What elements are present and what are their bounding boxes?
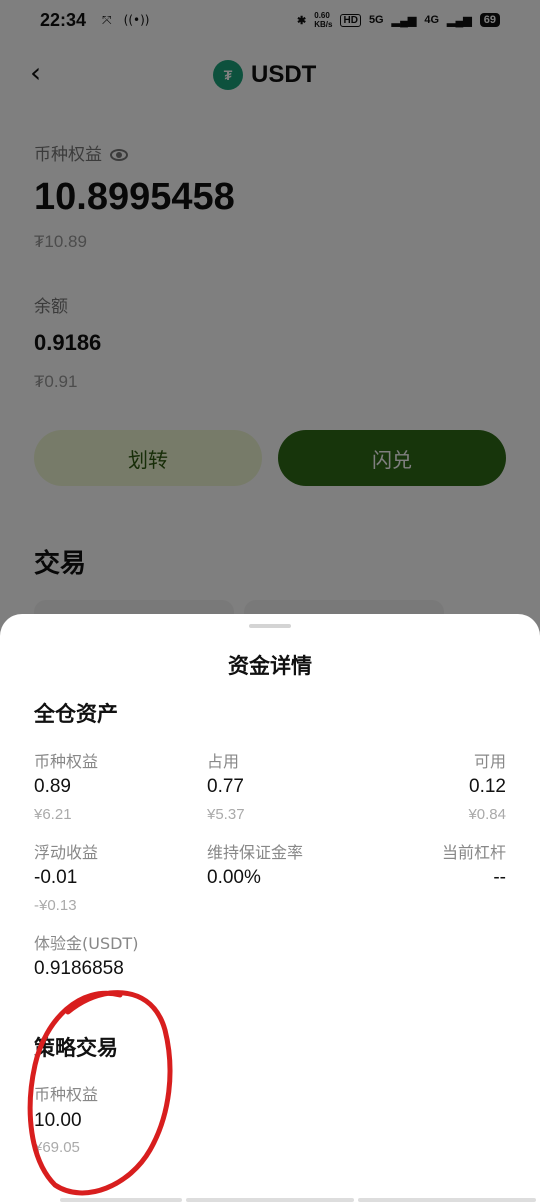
used-fiat: ¥5.37	[207, 806, 245, 823]
available-value: 0.12	[469, 776, 506, 797]
used-value: 0.77	[207, 776, 244, 797]
margin-rate-label: 维持保证金率	[207, 843, 304, 862]
trial-fund-value: 0.9186858	[34, 958, 124, 979]
cross-equity-fiat: ¥6.21	[34, 806, 72, 823]
strategy-equity-value: 10.00	[34, 1110, 82, 1131]
cross-assets-heading: 全仓资产	[34, 702, 118, 726]
used-label: 占用	[207, 752, 240, 771]
fund-details-sheet: 资金详情 全仓资产 币种权益 0.89 ¥6.21 占用 0.77 ¥5.37 …	[0, 614, 540, 1204]
cross-equity-label: 币种权益	[34, 752, 99, 771]
leverage-label: 当前杠杆	[441, 843, 506, 862]
margin-rate-value: 0.00%	[207, 867, 261, 888]
available-label: 可用	[473, 752, 506, 771]
cross-equity-value: 0.89	[34, 776, 71, 797]
floating-pnl-label: 浮动收益	[34, 843, 99, 862]
strategy-equity-label: 币种权益	[34, 1085, 99, 1104]
leverage-value: --	[493, 867, 506, 888]
available-fiat: ¥0.84	[468, 806, 506, 823]
trial-fund-label: 体验金(USDT)	[34, 934, 139, 953]
floating-pnl-fiat: -¥0.13	[34, 897, 77, 914]
sheet-drag-handle[interactable]	[249, 624, 291, 628]
sheet-title: 资金详情	[228, 654, 312, 678]
strategy-trading-heading: 策略交易	[34, 1036, 118, 1060]
bottom-tab-indicators	[60, 1198, 540, 1204]
floating-pnl-value: -0.01	[34, 867, 78, 888]
strategy-equity-fiat: ¥69.05	[34, 1139, 80, 1156]
